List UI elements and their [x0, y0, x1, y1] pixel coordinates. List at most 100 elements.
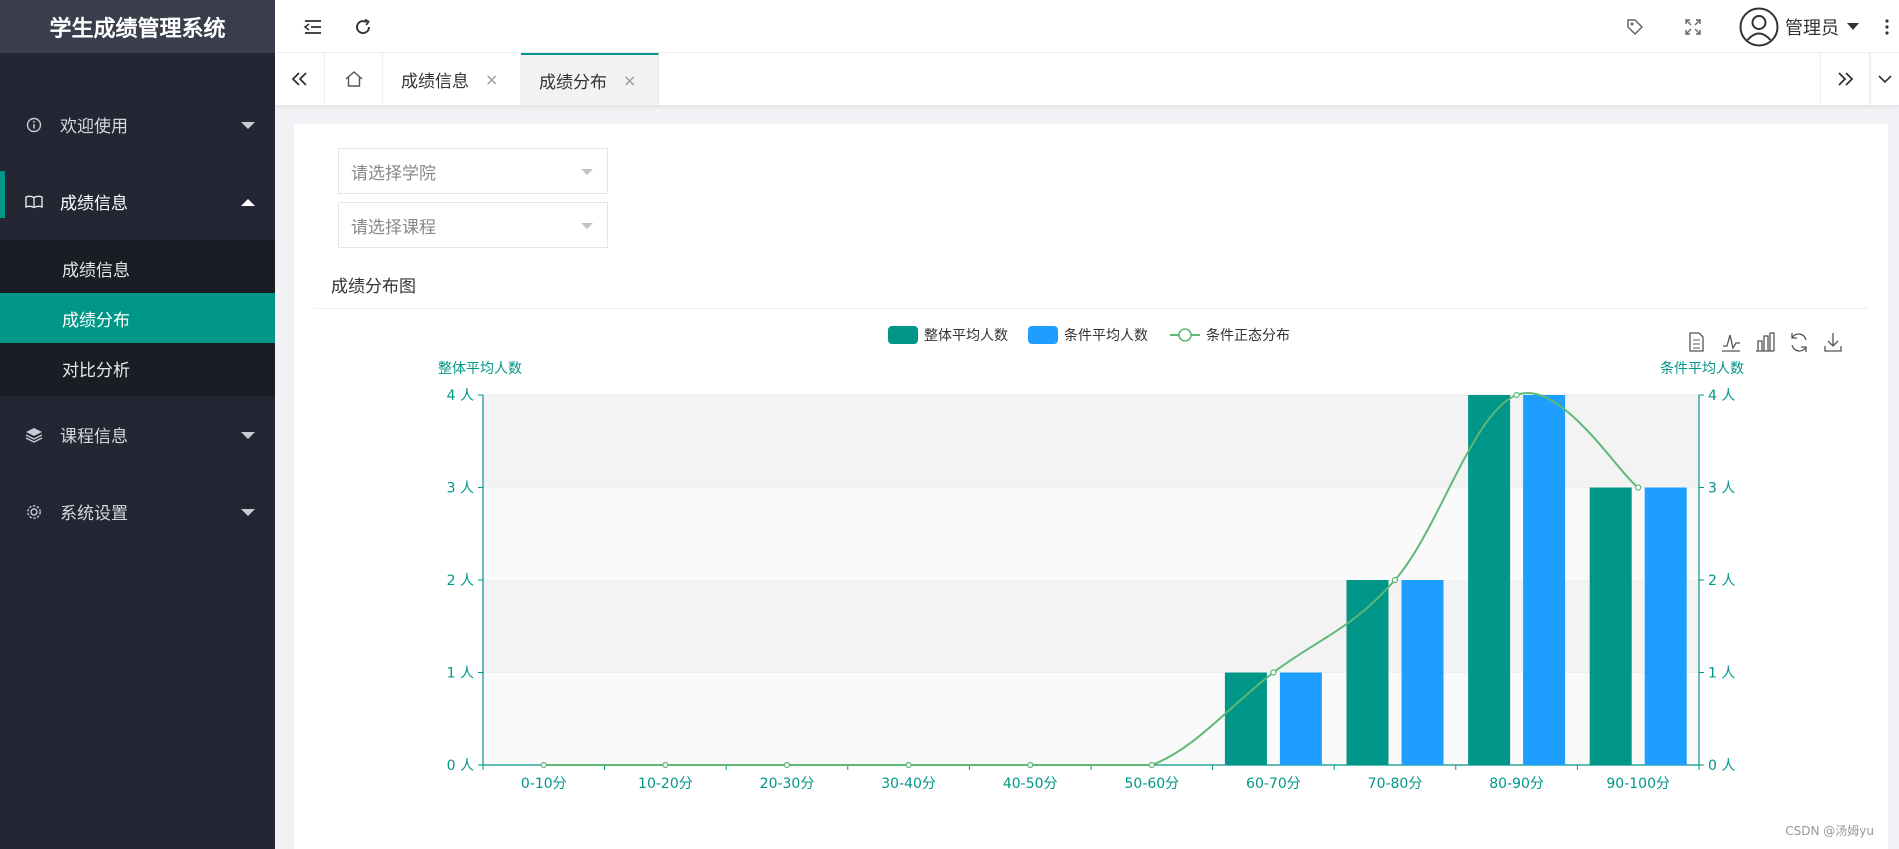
x-tick-label: 60-70分 — [1246, 776, 1301, 792]
home-icon — [345, 71, 362, 87]
line-point[interactable] — [1635, 484, 1642, 491]
line-point[interactable] — [1513, 391, 1520, 399]
line-point[interactable] — [662, 761, 669, 769]
sidebar-menu: 欢迎使用 成绩信息 成绩信息 成绩分布 对比分析 课程信息 系统设置 — [0, 86, 275, 550]
tabs-scroll-left-button[interactable] — [275, 53, 325, 105]
collapse-menu-button[interactable] — [290, 0, 336, 53]
x-tick-label: 40-50分 — [1003, 776, 1058, 792]
restore-icon[interactable] — [1787, 329, 1811, 355]
chart-legend: 整体平均人数 条件平均人数 条件正态分布 — [888, 326, 1290, 344]
legend-label[interactable]: 整体平均人数 — [924, 328, 1008, 344]
x-tick-label: 70-80分 — [1368, 776, 1423, 792]
legend-swatch[interactable] — [888, 326, 918, 344]
data-view-icon[interactable] — [1685, 329, 1709, 355]
sidebar-item-welcome[interactable]: 欢迎使用 — [0, 86, 275, 163]
y-tick-label-left: 4 人 — [447, 388, 474, 404]
line-point[interactable] — [905, 761, 912, 769]
download-icon[interactable] — [1821, 329, 1845, 355]
chevron-up-icon — [241, 198, 255, 206]
chevron-down-icon — [241, 121, 255, 129]
sidebar-item-label: 课程信息 — [60, 427, 128, 447]
y-tick-label-left: 2 人 — [447, 573, 474, 589]
tab-grade-info[interactable]: 成绩信息 × — [383, 53, 521, 105]
plot-band — [483, 580, 1699, 673]
bar-conditional[interactable] — [1279, 672, 1322, 766]
fullscreen-button[interactable] — [1670, 0, 1716, 53]
line-chart-icon[interactable] — [1719, 329, 1743, 355]
bar-conditional[interactable] — [1523, 395, 1566, 765]
chevron-down-icon — [241, 431, 255, 439]
sidebar-item-courses[interactable]: 课程信息 — [0, 396, 275, 473]
tab-label: 成绩分布 — [539, 72, 607, 93]
sidebar-submenu-grades: 成绩信息 成绩分布 对比分析 — [0, 240, 275, 396]
user-menu[interactable]: 管理员 — [1739, 0, 1859, 53]
y-tick-label-right: 2 人 — [1708, 573, 1735, 589]
grade-distribution-chart: 0 人0 人1 人1 人2 人2 人3 人3 人4 人4 人整体平均人数 条件平均… — [438, 326, 1845, 792]
tag-button[interactable] — [1612, 0, 1658, 53]
x-tick-label: 20-30分 — [760, 776, 815, 792]
book-icon — [24, 192, 44, 212]
chevron-down-icon — [1847, 23, 1859, 30]
y-axis-title-left: 整体平均人数 — [438, 361, 522, 377]
y-tick-label-right: 3 人 — [1708, 481, 1735, 497]
y-tick-label-left: 0 人 — [447, 758, 474, 774]
double-chevron-left-icon — [291, 72, 307, 86]
x-tick-label: 0-10分 — [521, 776, 567, 792]
sidebar-item-label: 欢迎使用 — [60, 117, 128, 137]
y-axis-title-right: 条件平均人数 — [1660, 360, 1744, 377]
bar-conditional[interactable] — [1401, 580, 1444, 765]
tab-home[interactable] — [325, 53, 383, 105]
y-tick-label-right: 4 人 — [1708, 388, 1735, 404]
y-tick-label-right: 0 人 — [1708, 758, 1735, 774]
gear-icon — [24, 502, 44, 522]
content-card: 请选择学院 请选择课程 成绩分布图 0 人0 人1 人1 人2 人2 人3 人3… — [294, 124, 1888, 849]
sidebar-item-grades[interactable]: 成绩信息 — [0, 163, 275, 240]
top-header: 管理员 — [275, 0, 1899, 53]
more-menu-button[interactable] — [1875, 0, 1899, 53]
x-tick-label: 10-20分 — [638, 776, 693, 792]
tab-grade-distribution[interactable]: 成绩分布 × — [521, 53, 659, 105]
more-vertical-icon — [1885, 18, 1889, 35]
x-tick-label: 90-100分 — [1606, 776, 1670, 792]
line-point[interactable] — [1027, 761, 1034, 769]
sidebar-subitem-grade-info[interactable]: 成绩信息 — [0, 243, 275, 293]
tabs-scroll-right-button[interactable] — [1820, 53, 1870, 105]
bar-overall[interactable] — [1589, 487, 1632, 766]
bar-overall[interactable] — [1224, 672, 1267, 766]
legend-swatch[interactable] — [1028, 326, 1058, 344]
tabs-more-button[interactable] — [1870, 53, 1899, 105]
tab-label: 成绩信息 — [401, 71, 469, 92]
bar-overall[interactable] — [1468, 395, 1511, 765]
line-point[interactable] — [783, 761, 791, 769]
y-tick-label-right: 1 人 — [1708, 666, 1735, 682]
bar-conditional[interactable] — [1644, 487, 1687, 766]
plot-band — [483, 487, 1699, 580]
app-logo-title: 学生成绩管理系统 — [0, 0, 275, 53]
refresh-button[interactable] — [340, 0, 386, 53]
chevron-down-icon — [241, 508, 255, 516]
fullscreen-icon — [1685, 18, 1701, 35]
line-point[interactable] — [540, 761, 547, 769]
double-chevron-right-icon — [1838, 72, 1854, 86]
info-circle-icon — [24, 115, 44, 135]
line-point[interactable] — [1148, 761, 1155, 769]
line-point[interactable] — [1391, 576, 1399, 584]
close-icon[interactable]: × — [623, 71, 636, 90]
sidebar-subitem-grade-distribution[interactable]: 成绩分布 — [0, 293, 275, 343]
close-icon[interactable]: × — [485, 70, 498, 89]
plot-band — [483, 672, 1699, 765]
tabs-bar: 成绩信息 × 成绩分布 × — [275, 53, 1899, 106]
bar-chart-icon[interactable] — [1753, 329, 1777, 355]
legend-label[interactable]: 条件正态分布 — [1206, 327, 1290, 344]
sidebar-subitem-comparison[interactable]: 对比分析 — [0, 343, 275, 393]
refresh-icon — [356, 18, 370, 34]
y-tick-label-left: 3 人 — [447, 481, 474, 497]
indent-icon — [303, 19, 321, 34]
sidebar: 学生成绩管理系统 欢迎使用 成绩信息 成绩信息 成绩分布 对比分析 课程信息 系… — [0, 0, 275, 849]
line-point[interactable] — [1270, 669, 1277, 676]
sidebar-item-label: 成绩信息 — [60, 194, 128, 214]
legend-label[interactable]: 条件平均人数 — [1064, 327, 1148, 344]
chevron-down-icon — [1878, 75, 1892, 84]
plot-band — [483, 395, 1699, 488]
sidebar-item-settings[interactable]: 系统设置 — [0, 473, 275, 550]
